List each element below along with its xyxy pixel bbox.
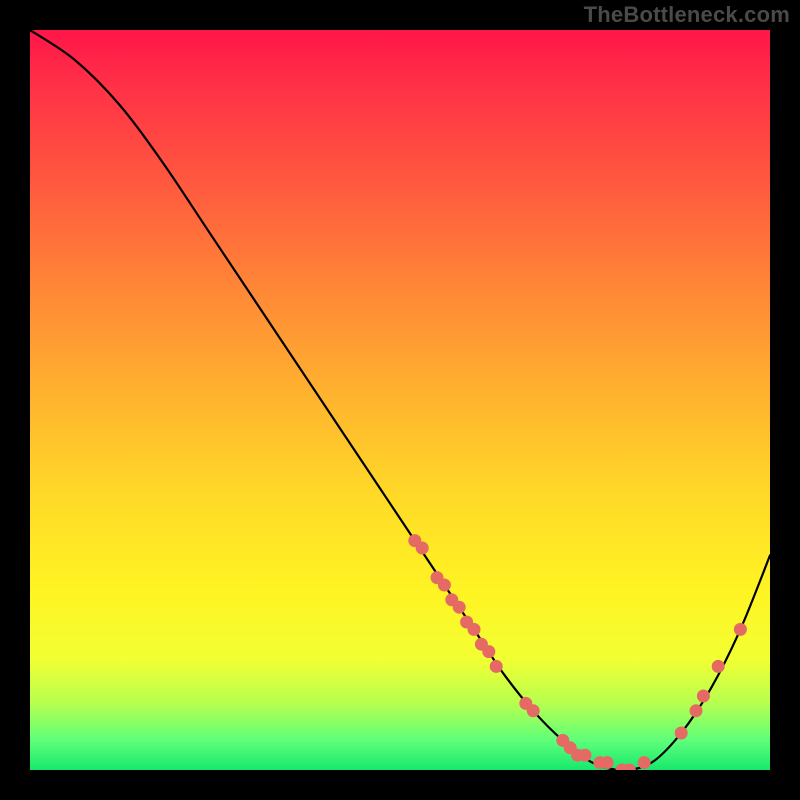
dot [490, 660, 503, 673]
chart-frame: TheBottleneck.com [0, 0, 800, 800]
dot [438, 579, 451, 592]
dot [734, 623, 747, 636]
dot [697, 690, 710, 703]
dot [690, 704, 703, 717]
dot [468, 623, 481, 636]
dot [453, 601, 466, 614]
bottleneck-curve [30, 30, 770, 770]
dot [579, 749, 592, 762]
chart-svg [30, 30, 770, 770]
dot [601, 756, 614, 769]
dot [675, 727, 688, 740]
attribution-text: TheBottleneck.com [584, 2, 790, 28]
dot [712, 660, 725, 673]
dot [638, 756, 651, 769]
dot [482, 645, 495, 658]
dot [416, 542, 429, 555]
plot-area [30, 30, 770, 770]
dot [527, 704, 540, 717]
measurement-dots [408, 534, 747, 770]
